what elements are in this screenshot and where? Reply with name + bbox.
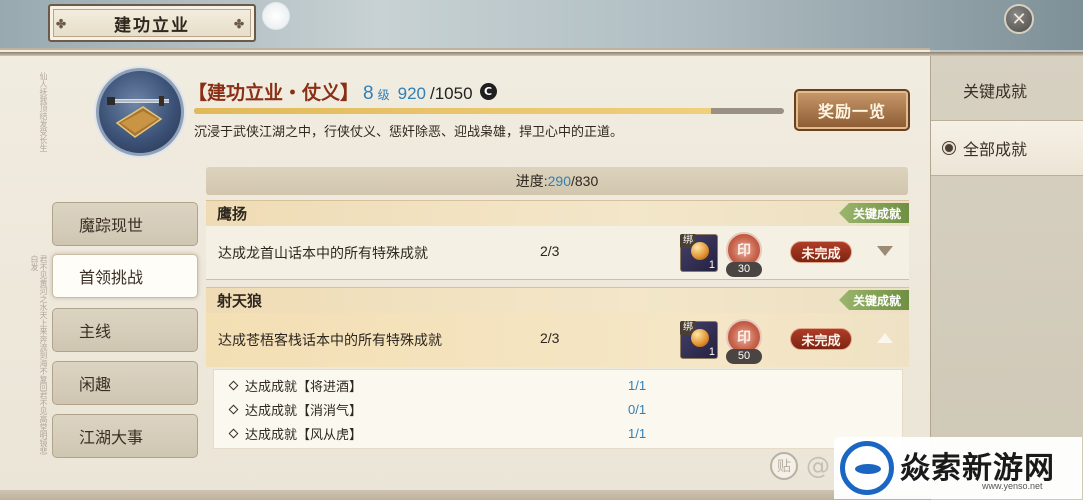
exp-current: 920 <box>397 84 426 103</box>
right-tab-column: 关键成就 全部成就 <box>930 56 1083 500</box>
window-title-banner: ✤ 建功立业 ✤ <box>48 4 256 42</box>
item-quantity: 1 <box>708 346 715 358</box>
progress-total: /830 <box>571 173 599 189</box>
exp-max: /1050 <box>429 84 473 103</box>
orb-icon <box>691 329 709 347</box>
moon-decoration <box>262 2 290 30</box>
seal-quantity: 30 <box>726 262 762 277</box>
collapse-arrow-icon[interactable] <box>877 333 893 343</box>
category-tab-mozong[interactable]: 魔踪现世 <box>52 202 198 246</box>
at-watermark: @ <box>806 452 830 480</box>
row-count: 2/3 <box>540 330 560 346</box>
status-badge: 未完成 <box>790 328 852 350</box>
sub-achievement-count: 0/1 <box>628 402 647 417</box>
achievement-row[interactable]: 达成龙首山话本中的所有特殊成就 2/3 绑 1 印 30 未完成 <box>206 226 909 280</box>
achievement-header: 【建功立业・仗义】 8 级 920 /1050 C <box>188 78 497 104</box>
achievement-group-header: 射天狼 关键成就 <box>206 287 909 313</box>
tieba-watermark-icon: 贴 <box>770 452 798 480</box>
site-logo-icon <box>840 441 894 495</box>
category-tab-events[interactable]: 江湖大事 <box>52 414 198 458</box>
reward-item-icon[interactable]: 绑 1 <box>680 234 718 272</box>
diamond-bullet-icon <box>228 380 239 390</box>
exp-progress-bar <box>194 108 784 114</box>
banner-knot-icon: ✤ <box>56 17 69 31</box>
expand-arrow-icon[interactable] <box>877 246 893 256</box>
site-url: www.yenso.net <box>982 481 1043 491</box>
sub-achievement-count: 1/1 <box>628 426 647 441</box>
sub-achievement-list: 达成成就【将进酒】 1/1 达成成就【消消气】 0/1 达成成就【风从虎】 1/… <box>213 369 903 449</box>
progress-label: 进度: <box>515 173 548 189</box>
sub-achievement-item: 达成成就【消消气】 <box>228 398 363 420</box>
row-count: 2/3 <box>540 243 560 259</box>
window-title: 建功立业 <box>114 15 190 36</box>
currency-icon: C <box>479 82 497 100</box>
diamond-bullet-icon <box>228 428 239 438</box>
progress-header: 进度: 290 /830 <box>206 167 908 195</box>
close-button[interactable]: ✕ <box>1004 4 1034 34</box>
achievement-level: 8 <box>363 83 374 104</box>
reward-item-icon[interactable]: 绑 1 <box>680 321 718 359</box>
sub-achievement-label: 达成成就【将进酒】 <box>245 379 363 395</box>
achievement-group-header: 鹰扬 关键成就 <box>206 200 909 226</box>
sub-achievement-label: 达成成就【风从虎】 <box>245 427 363 443</box>
category-tab-main[interactable]: 主线 <box>52 308 198 352</box>
tab-label: 全部成就 <box>963 140 1028 159</box>
key-achievement-tag: 关键成就 <box>838 290 909 310</box>
exp-progress-fill <box>194 108 711 114</box>
group-title: 鹰扬 <box>217 205 248 223</box>
group-title: 射天狼 <box>217 292 263 310</box>
achievement-name: 【建功立业・仗义】 <box>188 82 360 104</box>
achievement-row-expanded[interactable]: 达成苍梧客栈话本中的所有特殊成就 2/3 绑 1 印 50 未完成 <box>206 313 909 367</box>
tab-label: 关键成就 <box>963 82 1028 101</box>
calligraphy-decoration: 仙人抚我顶结发受长生 <box>39 72 48 152</box>
status-badge: 未完成 <box>790 241 852 263</box>
row-description: 达成龙首山话本中的所有特殊成就 <box>218 246 428 262</box>
close-icon: ✕ <box>1011 8 1027 30</box>
sub-achievement-count: 1/1 <box>628 378 647 393</box>
item-quantity: 1 <box>708 259 715 271</box>
selected-dot-icon <box>943 142 955 154</box>
category-tab-leisure[interactable]: 闲趣 <box>52 361 198 405</box>
sub-achievement-item: 达成成就【风从虎】 <box>228 422 363 444</box>
sword-book-icon <box>107 96 169 138</box>
diamond-bullet-icon <box>228 404 239 414</box>
level-unit: 级 <box>377 88 390 102</box>
reward-overview-button[interactable]: 奖励一览 <box>794 89 910 131</box>
sub-achievement-label: 达成成就【消消气】 <box>245 403 363 419</box>
bottom-border <box>0 490 930 500</box>
orb-icon <box>691 242 709 260</box>
key-achievement-tag: 关键成就 <box>838 203 909 223</box>
progress-current: 290 <box>547 173 571 189</box>
sub-achievement-item: 达成成就【将进酒】 <box>228 374 363 396</box>
row-description: 达成苍梧客栈话本中的所有特殊成就 <box>218 333 442 349</box>
tab-all-achievements[interactable]: 全部成就 <box>931 120 1083 176</box>
calligraphy-decoration: 君不见黄河之水天上来奔流到海不复回君不见高堂明镜悲白发 <box>30 255 48 455</box>
category-tab-boss[interactable]: 首领挑战 <box>52 254 198 298</box>
seal-quantity: 50 <box>726 349 762 364</box>
panel-top-divider <box>0 52 1083 56</box>
banner-knot-icon: ✤ <box>234 17 247 31</box>
site-watermark: 焱索新游网 www.yenso.net <box>834 437 1082 499</box>
achievement-description: 沉浸于武侠江湖之中，行侠仗义、惩奸除恶、迎战枭雄，捍卫心中的正道。 <box>194 125 624 140</box>
achievement-avatar <box>96 68 184 156</box>
tab-key-achievements[interactable]: 关键成就 <box>931 62 1083 118</box>
